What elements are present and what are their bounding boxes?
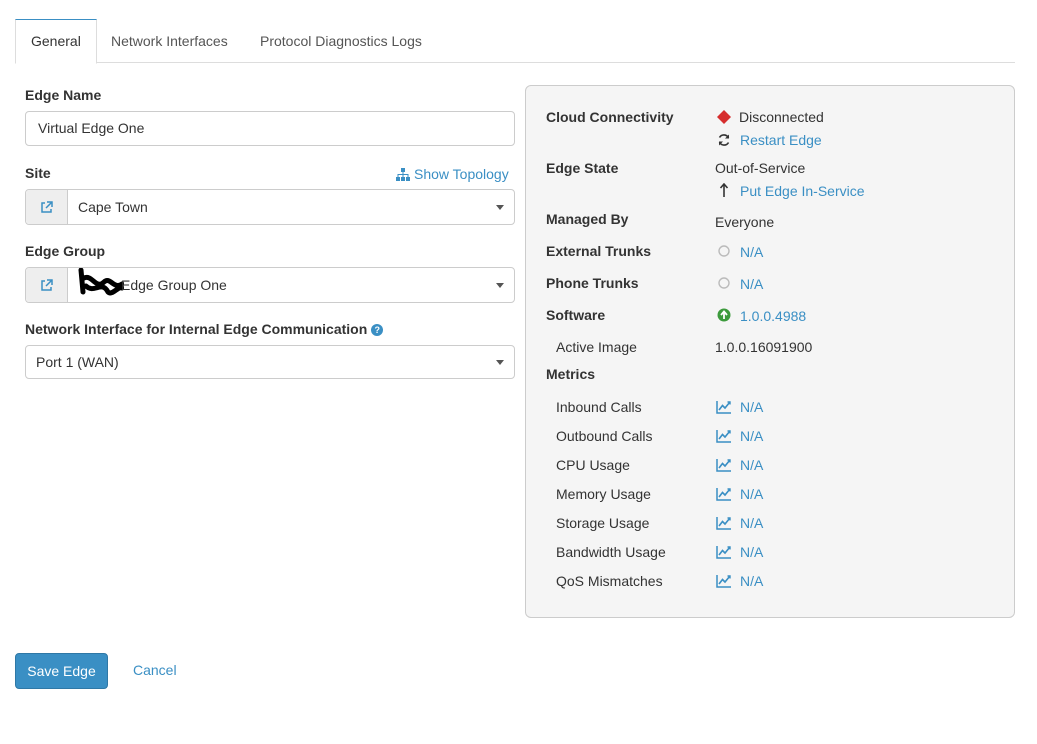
site-open-button[interactable] (26, 190, 68, 224)
circle-outline-icon (718, 245, 730, 257)
site-label: Site (25, 165, 51, 181)
active-image-value: 1.0.0.16091900 (715, 339, 813, 355)
metric-value-link[interactable]: N/A (740, 544, 763, 560)
external-link-icon (41, 200, 53, 213)
managed-by-value: Everyone (715, 214, 775, 230)
metric-label: Outbound Calls (556, 428, 653, 444)
metric-label: Memory Usage (556, 486, 651, 502)
arrow-up-icon (719, 183, 729, 197)
site-select-value: Cape Town (78, 199, 148, 215)
tab-protocol-diagnostics-logs[interactable]: Protocol Diagnostics Logs (245, 19, 437, 63)
line-chart-icon (716, 516, 732, 533)
question-circle-icon[interactable]: ? (371, 324, 384, 336)
cloud-connectivity-value: Disconnected (739, 109, 824, 125)
metric-value-link[interactable]: N/A (740, 486, 763, 502)
cloud-connectivity-label: Cloud Connectivity (546, 109, 674, 125)
metrics-label: Metrics (546, 366, 596, 382)
metric-label: Bandwidth Usage (556, 544, 666, 560)
redaction-scribble (78, 268, 124, 296)
chevron-down-icon (496, 205, 504, 210)
tab-network-interfaces[interactable]: Network Interfaces (96, 19, 243, 63)
edge-group-select-value: Edge Group One (121, 277, 227, 293)
external-trunks-value[interactable]: N/A (740, 244, 763, 260)
line-chart-icon (716, 458, 732, 475)
circle-arrow-up-icon (717, 308, 731, 322)
edge-name-label: Edge Name (25, 87, 102, 103)
put-in-service-link[interactable]: Put Edge In-Service (740, 183, 865, 199)
external-trunks-label: External Trunks (546, 243, 652, 259)
save-edge-button[interactable]: Save Edge (15, 653, 108, 689)
phone-trunks-label: Phone Trunks (546, 275, 639, 291)
network-interface-label: Network Interface for Internal Edge Comm… (25, 321, 384, 337)
edge-group-select[interactable]: Edge Group One (25, 267, 515, 303)
diamond-icon (717, 110, 731, 124)
tab-general[interactable]: General (15, 19, 97, 64)
line-chart-icon (716, 574, 732, 591)
circle-outline-icon (718, 277, 730, 289)
edge-name-input[interactable]: Virtual Edge One (25, 111, 515, 146)
metric-label: Inbound Calls (556, 399, 642, 415)
line-chart-icon (716, 429, 732, 446)
active-image-label: Active Image (556, 339, 637, 355)
external-link-icon (41, 278, 53, 291)
phone-trunks-value[interactable]: N/A (740, 276, 763, 292)
edge-state-value: Out-of-Service (715, 160, 806, 176)
line-chart-icon (716, 400, 732, 417)
edge-group-label: Edge Group (25, 243, 106, 259)
chevron-down-icon (496, 283, 504, 288)
cancel-button[interactable]: Cancel (133, 662, 177, 678)
managed-by-label: Managed By (546, 211, 629, 227)
sitemap-icon (396, 168, 410, 181)
line-chart-icon (716, 487, 732, 504)
metric-value-link[interactable]: N/A (740, 457, 763, 473)
metric-label: QoS Mismatches (556, 573, 663, 589)
tab-bar: General Network Interfaces Protocol Diag… (15, 19, 1015, 64)
metric-value-link[interactable]: N/A (740, 399, 763, 415)
network-interface-label-text: Network Interface for Internal Edge Comm… (25, 321, 368, 337)
software-version-link[interactable]: 1.0.0.4988 (740, 308, 806, 324)
network-interface-select[interactable]: Port 1 (WAN) (25, 345, 515, 379)
show-topology-link[interactable]: Show Topology (396, 166, 509, 182)
site-select[interactable]: Cape Town (25, 189, 515, 225)
metric-value-link[interactable]: N/A (740, 573, 763, 589)
metric-label: Storage Usage (556, 515, 650, 531)
edge-group-open-button[interactable] (26, 268, 68, 302)
restart-edge-link[interactable]: Restart Edge (740, 132, 822, 148)
metric-value-link[interactable]: N/A (740, 515, 763, 531)
chevron-down-icon (496, 360, 504, 365)
edge-status-panel: Cloud Connectivity Disconnected Restart … (525, 85, 1015, 618)
line-chart-icon (716, 545, 732, 562)
metric-label: CPU Usage (556, 457, 630, 473)
refresh-icon (718, 134, 730, 146)
software-label: Software (546, 307, 606, 323)
network-interface-select-value: Port 1 (WAN) (36, 354, 119, 370)
show-topology-label: Show Topology (414, 166, 509, 182)
edge-state-label: Edge State (546, 160, 619, 176)
metric-value-link[interactable]: N/A (740, 428, 763, 444)
